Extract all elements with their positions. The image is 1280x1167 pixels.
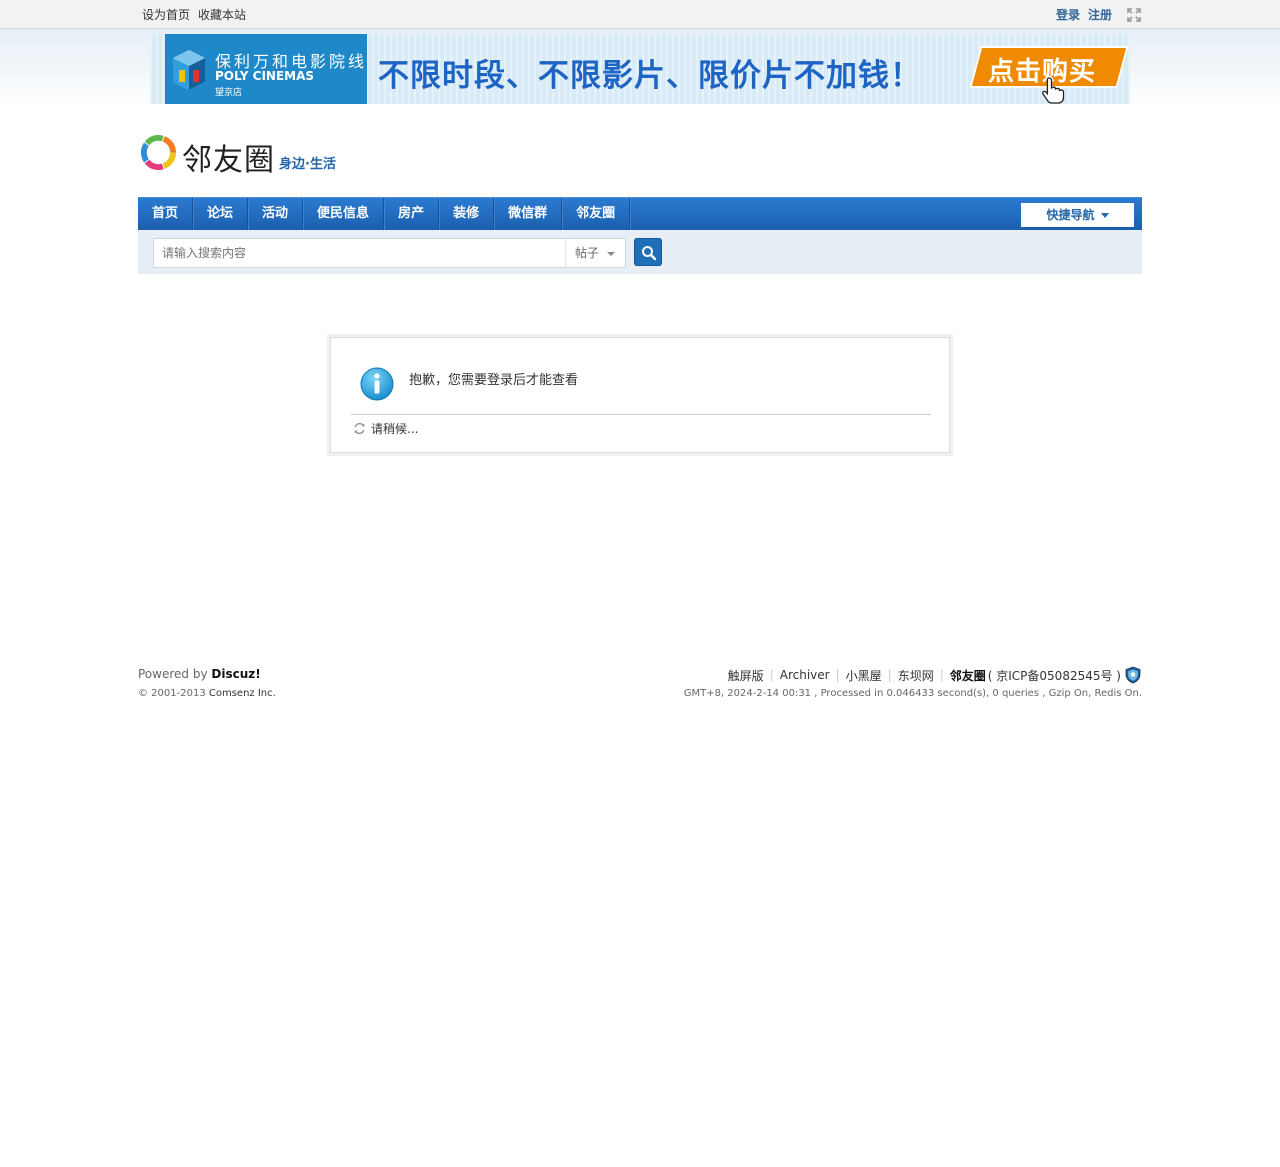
footer: Powered by Discuz! © 2001-2013 Comsenz I… [138, 666, 1142, 706]
search-bar: 帖子 [138, 230, 1142, 274]
search-icon [642, 246, 657, 261]
search-button[interactable] [634, 238, 662, 266]
logo-swirl-icon [140, 134, 177, 171]
nav-item-forum[interactable]: 论坛 [193, 198, 249, 231]
powered-by: Powered by Discuz! [138, 667, 261, 681]
footer-site-name[interactable]: 邻友圈 [950, 667, 986, 684]
pointer-hand-icon [1042, 77, 1065, 104]
nav-item-realestate[interactable]: 房产 [384, 198, 440, 231]
footer-link-archiver[interactable]: Archiver [780, 668, 830, 682]
nav-item-decoration[interactable]: 装修 [439, 198, 495, 231]
icp-number[interactable]: ( 京ICP备05082545号 ) [988, 667, 1121, 684]
waiting-text: 请稍候... [371, 422, 419, 436]
nav-item-wechat-groups[interactable]: 微信群 [494, 198, 563, 231]
security-shield-icon[interactable] [1124, 666, 1142, 684]
cinema-branch: 望京店 [215, 88, 243, 98]
footer-link-blackroom[interactable]: 小黑屋 [846, 667, 882, 684]
register-link[interactable]: 注册 [1088, 6, 1112, 23]
search-type-select[interactable]: 帖子 [565, 238, 626, 268]
info-icon [360, 367, 394, 401]
nav-item-neighbors[interactable]: 邻友圈 [562, 198, 631, 231]
user-links: 登录 注册 [1056, 6, 1142, 23]
footer-links: 触屏版 | Archiver | 小黑屋 | 东坝网 | 邻友圈 ( 京ICP备0508… [728, 666, 1142, 684]
footer-link-dongba[interactable]: 东坝网 [898, 667, 934, 684]
caret-down-icon [1100, 213, 1109, 218]
caret-down-icon [607, 252, 615, 256]
discuz-link[interactable]: Discuz! [211, 667, 260, 681]
cinema-cube-icon [173, 50, 205, 90]
fullscreen-icon[interactable] [1126, 7, 1142, 23]
login-link[interactable]: 登录 [1056, 6, 1080, 23]
powered-prefix: Powered by [138, 667, 212, 681]
search-input[interactable] [153, 238, 566, 268]
bookmark-link[interactable]: 收藏本站 [198, 8, 246, 22]
nav-item-events[interactable]: 活动 [248, 198, 304, 231]
banner-slogan: 不限时段、不限影片、限价片不加钱！ [378, 58, 922, 94]
cinema-logo: 保利万和电影院线 POLY CINEMAS 望京店 [165, 34, 367, 104]
quick-nav-button[interactable]: 快捷导航 [1021, 203, 1134, 227]
set-home-link[interactable]: 设为首页 [142, 8, 190, 22]
processing-info: GMT+8, 2024-2-14 00:31 , Processed in 0.… [683, 688, 1142, 699]
main-nav: 首页 论坛 活动 便民信息 房产 装修 微信群 邻友圈 快捷导航 [138, 197, 1142, 231]
site-logo[interactable]: 邻友圈 身边·生活 [139, 133, 349, 178]
copyright-prefix: © 2001-2013 [138, 688, 209, 699]
nav-item-services[interactable]: 便民信息 [303, 198, 385, 231]
nav-item-home[interactable]: 首页 [138, 198, 194, 231]
top-links: 设为首页 收藏本站 [142, 6, 254, 23]
footer-link-mobile[interactable]: 触屏版 [728, 667, 764, 684]
search-type-label: 帖子 [575, 246, 600, 260]
copyright: © 2001-2013 Comsenz Inc. [138, 688, 276, 699]
top-bar: 设为首页 收藏本站 登录 注册 [0, 0, 1280, 29]
login-required-message: 抱歉，您需要登录后才能查看 [409, 373, 579, 388]
refresh-icon [354, 422, 365, 435]
divider [351, 414, 931, 415]
cinema-english-name: POLY CINEMAS [215, 69, 315, 83]
comsenz-link[interactable]: Comsenz Inc. [209, 688, 276, 699]
notice-box: 抱歉，您需要登录后才能查看 请稍候... [327, 334, 953, 456]
logo-name: 邻友圈 [182, 143, 275, 178]
logo-tagline: 身边·生活 [279, 157, 336, 172]
quick-nav-label: 快捷导航 [1046, 208, 1095, 222]
ad-banner[interactable]: 保利万和电影院线 POLY CINEMAS 望京店 不限时段、不限影片、限价片不… [150, 34, 1130, 104]
